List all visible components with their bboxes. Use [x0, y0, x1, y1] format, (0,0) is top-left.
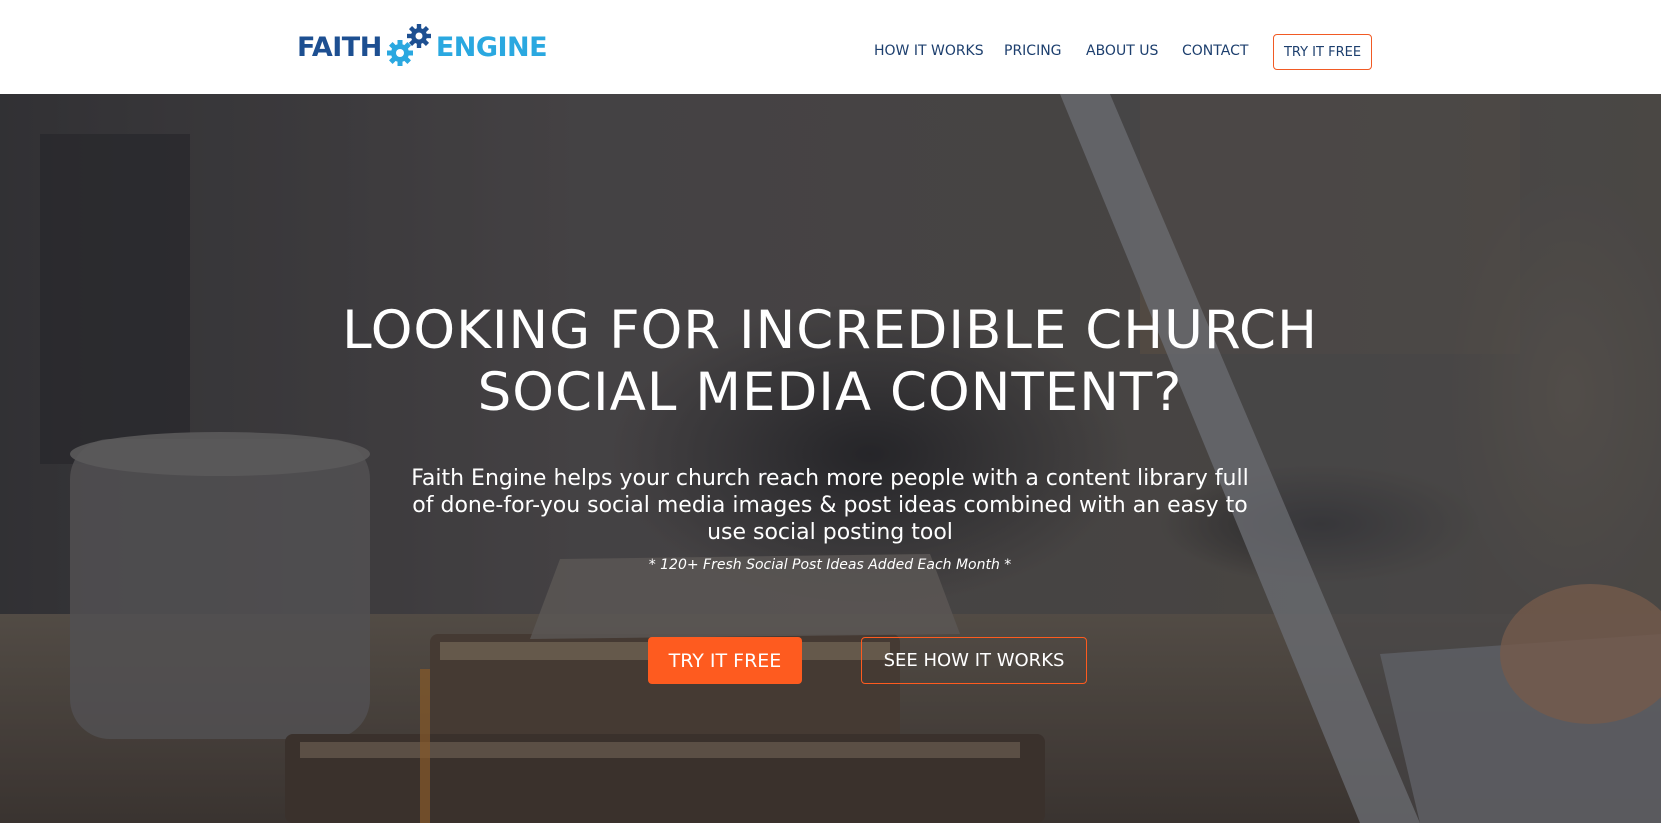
hero-section: LOOKING FOR INCREDIBLE CHURCH SOCIAL MED…: [0, 94, 1661, 823]
try-it-free-button[interactable]: TRY IT FREE: [648, 637, 802, 684]
hero-tagline-note: * 120+ Fresh Social Post Ideas Added Eac…: [648, 557, 1012, 573]
nav-pricing[interactable]: PRICING: [1004, 43, 1062, 59]
hero-title: LOOKING FOR INCREDIBLE CHURCH SOCIAL MED…: [230, 300, 1430, 424]
hero-title-line-1: LOOKING FOR INCREDIBLE CHURCH: [342, 300, 1318, 361]
nav-about-us[interactable]: ABOUT US: [1086, 43, 1158, 59]
site-header: FAITH ENGINE HOW IT WORKS PRICING ABOUT …: [0, 0, 1661, 94]
hero-title-line-2: SOCIAL MEDIA CONTENT?: [477, 362, 1183, 423]
hero-subtitle-line-2: of done-for-you social media images & po…: [412, 493, 1248, 518]
hero-subtitle-line-1: Faith Engine helps your church reach mor…: [411, 466, 1249, 491]
hero-subtitle: Faith Engine helps your church reach mor…: [390, 465, 1270, 546]
nav-how-it-works[interactable]: HOW IT WORKS: [874, 43, 984, 59]
hero-subtitle-line-3: use social posting tool: [707, 520, 953, 545]
nav-try-it-free-button[interactable]: TRY IT FREE: [1273, 34, 1372, 70]
nav-contact[interactable]: CONTACT: [1182, 43, 1248, 59]
hero-overlay: [0, 94, 1661, 823]
main-nav: HOW IT WORKS PRICING ABOUT US CONTACT TR…: [0, 34, 1661, 70]
see-how-it-works-button[interactable]: SEE HOW IT WORKS: [861, 637, 1087, 684]
